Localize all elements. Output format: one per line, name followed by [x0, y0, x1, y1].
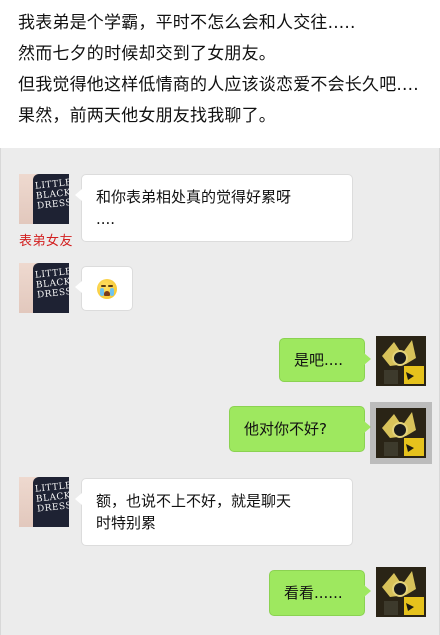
story-text-block: 我表弟是个学霸，平时不怎么会和人交往..... 然而七夕的时候却交到了女朋友。 …	[0, 0, 440, 148]
message-1-line-1: 和你表弟相处真的觉得好累呀	[96, 188, 292, 206]
story-line-1: 我表弟是个学霸，平时不怎么会和人交往.....	[18, 13, 356, 33]
sender-name: 表弟女友	[19, 234, 74, 249]
robot-avatar-icon	[376, 408, 426, 458]
message-5-line-1: 额，也说不上不好，就是聊天	[96, 492, 292, 510]
robot-avatar-icon	[376, 336, 426, 386]
girlfriend-avatar[interactable]: LITTLE BLACK DRESS	[19, 477, 69, 527]
message-bubble-2[interactable]	[75, 266, 133, 311]
message-bubble-4[interactable]: 他对你不好?	[229, 406, 371, 452]
robot-avatar-icon	[376, 567, 426, 617]
avatar-shirt-print: LITTLE BLACK DRESS	[34, 177, 69, 212]
girlfriend-avatar[interactable]: LITTLE BLACK DRESS	[19, 174, 69, 224]
message-6-text: 看看......	[284, 584, 343, 602]
message-bubble-5[interactable]: 额，也说不上不好，就是聊天 时特别累	[75, 478, 353, 546]
my-avatar[interactable]	[376, 567, 426, 617]
chat-screenshot: LITTLE BLACK DRESS 表弟女友 和你表弟相处真的觉得好累呀 ..…	[0, 148, 440, 635]
message-3-text: 是吧....	[294, 351, 344, 369]
message-bubble-1[interactable]: 和你表弟相处真的觉得好累呀 ....	[75, 174, 353, 242]
message-bubble-6[interactable]: 看看......	[269, 570, 371, 616]
avatar-shirt-print: LITTLE BLACK DRESS	[34, 480, 69, 515]
my-avatar[interactable]	[376, 336, 426, 386]
message-1-line-2: ....	[96, 210, 116, 228]
girlfriend-avatar[interactable]: LITTLE BLACK DRESS	[19, 263, 69, 313]
message-4-text: 他对你不好?	[244, 420, 327, 438]
story-line-3: 但我觉得他这样低情商的人应该谈恋爱不会长久吧....	[18, 75, 419, 95]
avatar-shirt-print: LITTLE BLACK DRESS	[34, 266, 69, 301]
story-line-2: 然而七夕的时候却交到了女朋友。	[18, 44, 276, 64]
story-line-4: 果然，前两天他女朋友找我聊了。	[18, 106, 276, 126]
crying-face-icon	[97, 279, 117, 299]
message-bubble-3[interactable]: 是吧....	[279, 338, 371, 382]
message-5-line-2: 时特别累	[96, 514, 157, 532]
my-avatar[interactable]	[376, 408, 426, 458]
